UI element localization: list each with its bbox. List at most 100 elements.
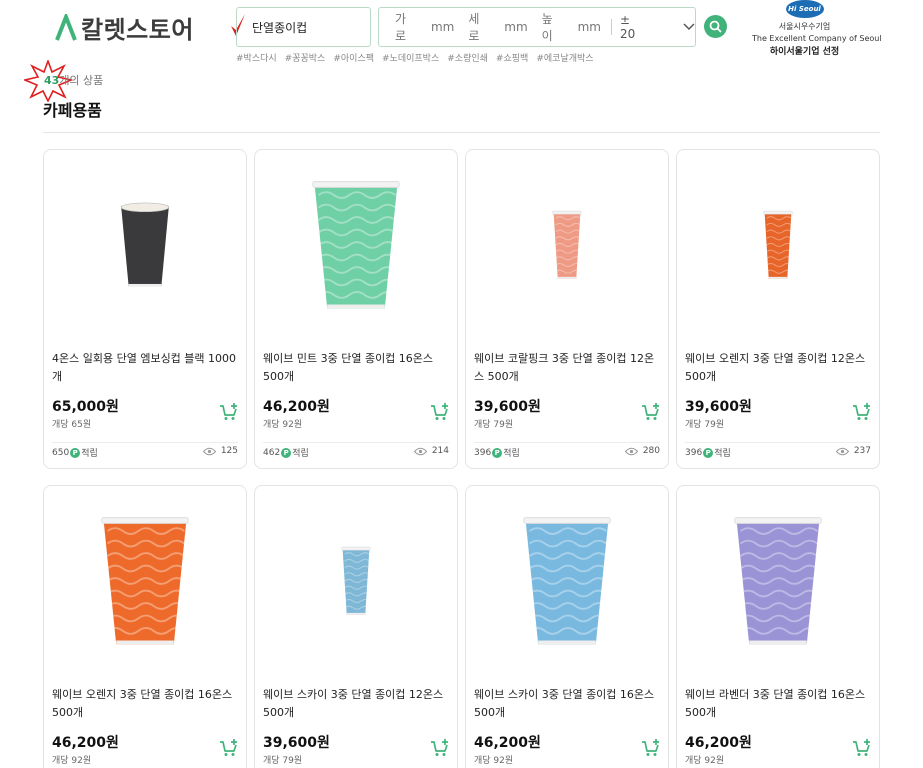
add-to-cart-button[interactable] <box>852 402 872 422</box>
width-field[interactable]: 가로 mm <box>395 10 454 44</box>
product-price: 65,000원 <box>52 399 119 415</box>
points-badge-icon: P <box>281 447 292 458</box>
dim-divider <box>610 19 612 35</box>
card-divider <box>685 442 871 443</box>
points-label: 적립 <box>714 449 731 459</box>
points-label: 적립 <box>503 449 520 459</box>
site-header: 칼렛스토어 가로 mm 세로 mm 높이 mm ± 20 #박스다시 <box>0 0 923 70</box>
add-to-cart-icon <box>642 739 659 756</box>
height-field[interactable]: 높이 mm <box>542 10 601 44</box>
badge-line1: 서울시우수기업 <box>778 22 831 31</box>
view-count: 214 <box>413 446 449 456</box>
eye-icon <box>835 447 849 455</box>
view-count-value: 280 <box>642 446 660 456</box>
length-unit: mm <box>504 20 528 34</box>
points-info: 396 P 적립 <box>685 446 731 459</box>
unit-price: 개당 79원 <box>263 756 303 766</box>
product-card[interactable]: 웨이브 스카이 3중 단열 종이컵 16온스 500개 46,200원 개당 92원 <box>465 485 669 768</box>
product-card[interactable]: 웨이브 라벤더 3중 단열 종이컵 16온스 500개 46,200원개당 92원 <box>676 485 880 768</box>
hashtag-link[interactable]: #노데이프박스 <box>382 51 439 64</box>
product-image[interactable] <box>44 486 246 676</box>
hashtag-link[interactable]: #꽁꽁박스 <box>285 51 326 64</box>
product-name[interactable]: 웨이브 라벤더 3중 단열 종이컵 16온스 500개 <box>685 686 873 722</box>
product-card[interactable]: 웨이브 오렌지 3중 단열 종이컵 12온스 500개 39,600원 개당 79원… <box>676 149 880 469</box>
product-card[interactable]: 웨이브 오렌지 3중 단열 종이컵 16온스 500개 46,200원 개당 92원 <box>43 485 247 768</box>
product-image[interactable] <box>255 486 457 676</box>
eye-icon <box>202 447 216 455</box>
product-image[interactable] <box>677 486 879 676</box>
badge-line2: The Excellent Company of Seoul <box>752 34 882 43</box>
view-count-value: 125 <box>220 446 238 456</box>
product-name[interactable]: 웨이브 코랄핑크 3중 단열 종이컵 12온스 500개 <box>474 350 662 386</box>
hashtag-link[interactable]: #박스다시 <box>236 51 277 64</box>
add-to-cart-button[interactable] <box>430 402 450 422</box>
keyword-search-box[interactable] <box>236 7 371 47</box>
hashtag-link[interactable]: #쇼핑백 <box>496 51 528 64</box>
product-price: 39,600원 <box>685 399 752 415</box>
unit-price: 개당 65원 <box>52 420 92 430</box>
points-value: 396 <box>474 447 492 458</box>
product-name[interactable]: 웨이브 오렌지 3중 단열 종이컵 16온스 500개 <box>52 686 240 722</box>
points-badge-icon: P <box>703 447 714 458</box>
width-unit: mm <box>430 20 455 34</box>
product-image[interactable] <box>44 150 246 340</box>
product-price: 46,200원 <box>685 735 752 751</box>
product-price: 39,600원 <box>474 399 541 415</box>
search-button[interactable] <box>704 15 727 38</box>
paper-cup-image <box>120 202 170 287</box>
product-price: 39,600원 <box>263 735 330 751</box>
product-image[interactable] <box>677 150 879 340</box>
hi-seoul-badge: Hi Seoul 서울시우수기업 The Excellent Company o… <box>752 0 882 57</box>
add-to-cart-button[interactable] <box>641 402 661 422</box>
product-card[interactable]: 웨이브 코랄핑크 3중 단열 종이컵 12온스 500개 39,600원 개당 79… <box>465 149 669 469</box>
paper-cup-image <box>763 210 793 279</box>
add-to-cart-icon <box>642 403 659 420</box>
points-value: 396 <box>685 447 703 458</box>
product-card[interactable]: 4온스 일회용 단열 엠보싱컵 블랙 1000개 65,000원 개당 65원 65… <box>43 149 247 469</box>
paper-cup-image <box>312 181 400 309</box>
logo-text: 칼렛스토어 <box>81 16 194 44</box>
paper-cup-image <box>523 517 611 645</box>
product-name[interactable]: 웨이브 민트 3중 단열 종이컵 16온스 500개 <box>263 350 451 386</box>
hashtag-link[interactable]: #에코날개박스 <box>536 51 593 64</box>
title-divider <box>43 132 880 133</box>
add-to-cart-button[interactable] <box>219 738 239 758</box>
product-card[interactable]: 웨이브 스카이 3중 단열 종이컵 12온스 500개 39,600원개당 79원 <box>254 485 458 768</box>
unit-price: 개당 92원 <box>474 756 514 766</box>
height-label: 높이 <box>541 12 553 43</box>
points-label: 적립 <box>292 449 309 459</box>
length-field[interactable]: 세로 mm <box>468 10 527 44</box>
add-to-cart-button[interactable] <box>430 738 450 758</box>
product-image[interactable] <box>466 150 668 340</box>
product-name[interactable]: 4온스 일회용 단열 엠보싱컵 블랙 1000개 <box>52 350 240 386</box>
hashtag-link[interactable]: #소량인쇄 <box>447 51 488 64</box>
product-image[interactable] <box>255 150 457 340</box>
eye-icon <box>413 447 427 455</box>
length-label: 세로 <box>468 12 480 43</box>
hashtag-link[interactable]: #아이스팩 <box>333 51 374 64</box>
tolerance-value[interactable]: ± 20 <box>620 13 649 41</box>
unit-price: 개당 92원 <box>685 756 725 766</box>
product-name[interactable]: 웨이브 오렌지 3중 단열 종이컵 12온스 500개 <box>685 350 873 386</box>
add-to-cart-button[interactable] <box>219 402 239 422</box>
add-to-cart-icon <box>431 739 448 756</box>
height-unit: mm <box>577 20 601 34</box>
dimension-filter[interactable]: 가로 mm 세로 mm 높이 mm ± 20 <box>378 7 696 47</box>
search-input[interactable] <box>252 20 362 34</box>
paper-cup-image <box>101 517 189 645</box>
product-card[interactable]: 웨이브 민트 3중 단열 종이컵 16온스 500개 46,200원 개당 92원 … <box>254 149 458 469</box>
hashtag-list: #박스다시 #꽁꽁박스 #아이스팩 #노데이프박스 #소량인쇄 #쇼핑백 #에코… <box>236 51 594 64</box>
chevron-down-icon[interactable] <box>683 23 695 31</box>
product-image[interactable] <box>466 486 668 676</box>
product-name[interactable]: 웨이브 스카이 3중 단열 종이컵 16온스 500개 <box>474 686 662 722</box>
eye-icon <box>624 447 638 455</box>
product-name[interactable]: 웨이브 스카이 3중 단열 종이컵 12온스 500개 <box>263 686 451 722</box>
unit-price: 개당 92원 <box>263 420 303 430</box>
add-to-cart-button[interactable] <box>641 738 661 758</box>
card-divider <box>263 442 449 443</box>
site-logo[interactable]: 칼렛스토어 <box>55 10 194 45</box>
add-to-cart-icon <box>220 739 237 756</box>
card-divider <box>474 442 660 443</box>
points-value: 462 <box>263 447 281 458</box>
add-to-cart-button[interactable] <box>852 738 872 758</box>
